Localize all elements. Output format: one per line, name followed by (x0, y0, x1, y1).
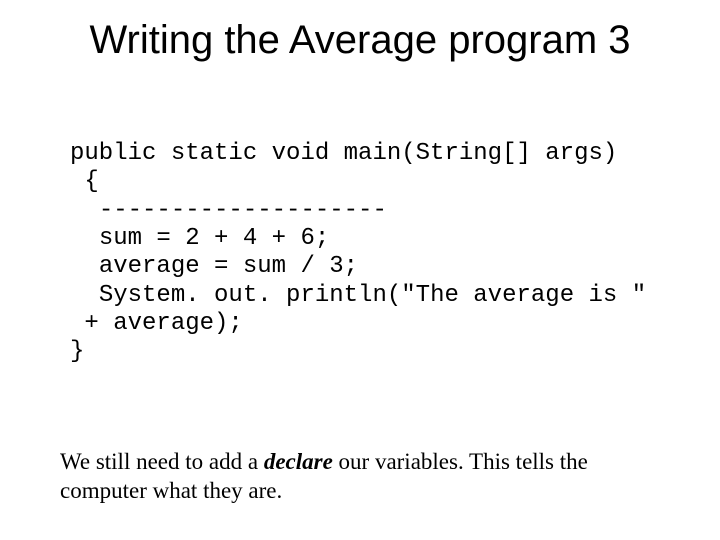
body-text-pre: We still need to add a (60, 449, 264, 474)
slide: Writing the Average program 3 public sta… (0, 0, 720, 540)
body-text: We still need to add a declare our varia… (60, 448, 670, 506)
slide-title: Writing the Average program 3 (0, 18, 720, 63)
code-block: public static void main(String[] args) {… (70, 140, 670, 367)
body-text-emph: declare (264, 449, 333, 474)
